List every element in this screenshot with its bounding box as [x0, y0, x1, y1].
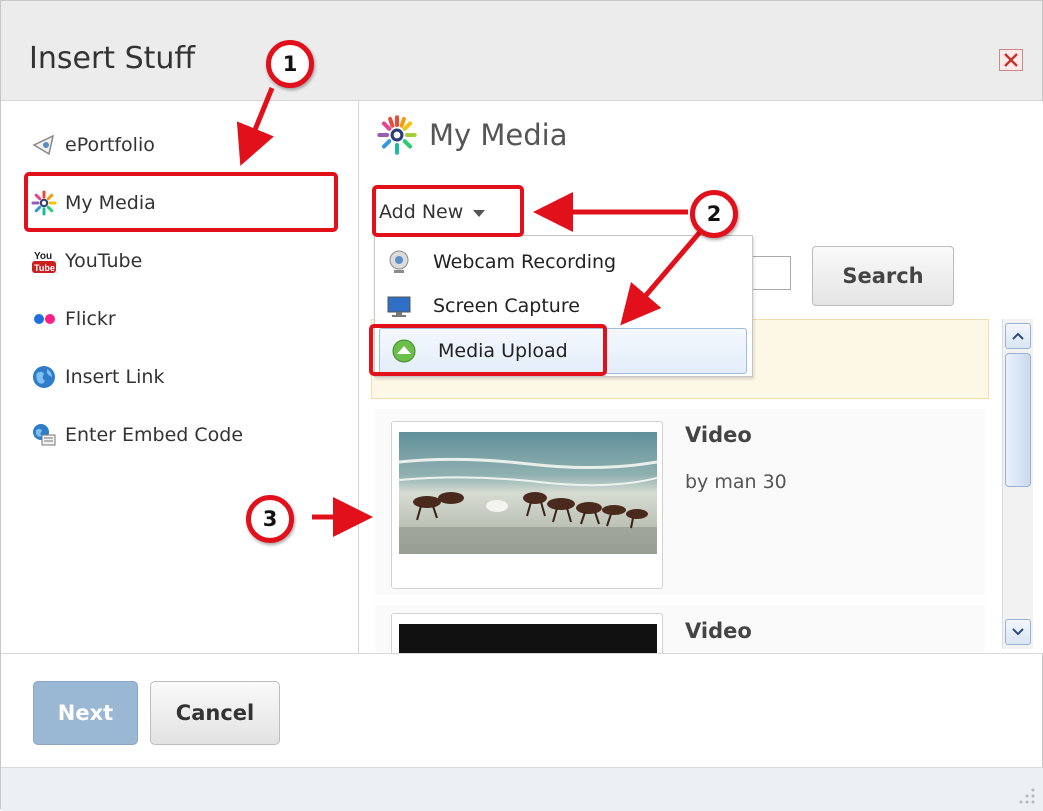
- scroll-up-button[interactable]: [1005, 323, 1031, 349]
- menu-item-screen-capture[interactable]: Screen Capture: [375, 284, 752, 328]
- dialog-statusbar: [1, 767, 1043, 811]
- page-title: My Media: [429, 118, 568, 152]
- menu-item-label: Webcam Recording: [433, 251, 617, 273]
- flickr-icon: [31, 306, 57, 332]
- scroll-thumb[interactable]: [1005, 353, 1031, 487]
- sidebar-item-label: YouTube: [65, 250, 143, 272]
- scroll-down-button[interactable]: [1005, 619, 1031, 645]
- next-button[interactable]: Next: [33, 681, 138, 745]
- insert-stuff-dialog: Insert Stuff ePortfolio My Media You Tub…: [0, 0, 1043, 811]
- callout-badge-2: 2: [690, 190, 738, 238]
- monitor-icon: [385, 292, 413, 320]
- svg-text:You: You: [34, 251, 52, 262]
- callout-badge-1: 1: [266, 40, 314, 88]
- menu-item-webcam-recording[interactable]: Webcam Recording: [375, 240, 752, 284]
- globe-icon: [31, 364, 57, 390]
- video-thumbnail[interactable]: [391, 613, 663, 653]
- close-icon: [1004, 53, 1018, 67]
- search-button[interactable]: Search: [812, 246, 954, 306]
- sidebar-item-label: Insert Link: [65, 366, 165, 388]
- callout-badge-3: 3: [246, 495, 294, 543]
- sidebar-item-embed-code[interactable]: Enter Embed Code: [31, 415, 243, 455]
- resize-grip-icon[interactable]: [1018, 787, 1036, 805]
- sidebar-item-label: Enter Embed Code: [65, 424, 244, 446]
- main-panel: My Media Add New Search Video by man 30 …: [359, 101, 1043, 653]
- horses-beach-image: [399, 432, 657, 554]
- menu-item-label: Screen Capture: [433, 295, 580, 317]
- dialog-titlebar: Insert Stuff: [1, 1, 1042, 101]
- dark-video-image: [399, 624, 657, 653]
- media-title[interactable]: Video: [685, 423, 752, 447]
- callout-highlight-add-new: [372, 185, 524, 237]
- sidebar-item-youtube[interactable]: You Tube YouTube: [31, 241, 142, 281]
- chevron-down-icon: [1012, 628, 1024, 636]
- video-thumbnail[interactable]: [391, 421, 663, 589]
- youtube-icon: You Tube: [31, 248, 57, 274]
- eportfolio-icon: [31, 132, 57, 158]
- sidebar-item-flickr[interactable]: Flickr: [31, 299, 116, 339]
- my-media-heading: My Media: [377, 115, 568, 155]
- media-list: Video by man 30 Video: [375, 409, 985, 653]
- media-author: by man 30: [685, 471, 787, 493]
- close-button[interactable]: [999, 49, 1023, 71]
- webcam-icon: [385, 248, 413, 276]
- sidebar-item-insert-link[interactable]: Insert Link: [31, 357, 164, 397]
- list-item[interactable]: Video: [375, 605, 985, 653]
- cancel-button[interactable]: Cancel: [150, 681, 280, 745]
- media-title[interactable]: Video: [685, 619, 752, 643]
- svg-text:Tube: Tube: [34, 263, 55, 273]
- chevron-up-icon: [1012, 332, 1024, 340]
- footer-divider: [1, 653, 1043, 654]
- my-media-logo-icon: [377, 115, 417, 155]
- sidebar-item-eportfolio[interactable]: ePortfolio: [31, 125, 155, 165]
- dialog-title: Insert Stuff: [29, 41, 196, 76]
- sidebar-item-label: ePortfolio: [65, 134, 155, 156]
- media-list-scrollbar[interactable]: [1002, 319, 1033, 649]
- callout-highlight-my-media: [24, 172, 338, 232]
- list-item[interactable]: Video by man 30: [375, 409, 985, 595]
- sidebar-item-label: Flickr: [65, 308, 116, 330]
- callout-highlight-media-upload: [369, 324, 607, 376]
- embed-code-icon: [31, 422, 57, 448]
